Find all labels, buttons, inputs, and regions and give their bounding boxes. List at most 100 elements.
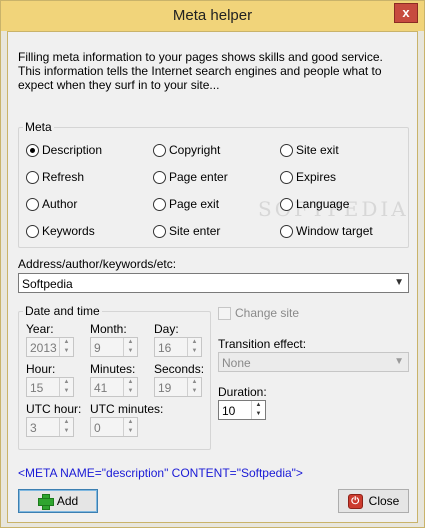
add-button[interactable]: Add bbox=[18, 489, 98, 513]
seconds-value: 19 bbox=[158, 381, 172, 395]
transition-value: None bbox=[222, 356, 251, 370]
radio-description[interactable]: Description bbox=[26, 142, 102, 158]
utc-minutes-label: UTC minutes: bbox=[90, 402, 164, 416]
month-value: 9 bbox=[94, 341, 101, 355]
chevron-down-icon[interactable]: ▼ bbox=[394, 277, 404, 288]
close-button-label: Close bbox=[368, 494, 400, 508]
address-value: Softpedia bbox=[22, 277, 73, 291]
spin-down-icon[interactable]: ▼ bbox=[188, 387, 201, 396]
radio-dot bbox=[153, 224, 166, 238]
add-button-label: Add bbox=[56, 494, 79, 508]
radio-label: Site enter bbox=[169, 224, 221, 238]
spin-buttons: ▲ ▼ bbox=[123, 418, 137, 436]
spin-up-icon[interactable]: ▲ bbox=[124, 418, 137, 427]
title-bar[interactable]: Meta helper x bbox=[1, 1, 424, 31]
transition-label: Transition effect: bbox=[218, 337, 307, 351]
radio-page-exit[interactable]: Page exit bbox=[153, 196, 219, 212]
spin-up-icon[interactable]: ▲ bbox=[188, 378, 201, 387]
day-spinner[interactable]: 16 ▲ ▼ bbox=[154, 337, 202, 357]
spin-up-icon[interactable]: ▲ bbox=[60, 418, 73, 427]
radio-dot bbox=[280, 197, 293, 211]
year-spinner[interactable]: 2013 ▲ ▼ bbox=[26, 337, 74, 357]
radio-label: Language bbox=[296, 197, 350, 211]
radio-site-enter[interactable]: Site enter bbox=[153, 223, 220, 239]
utc-minutes-value: 0 bbox=[94, 421, 101, 435]
utc-minutes-spinner[interactable]: 0 ▲ ▼ bbox=[90, 417, 138, 437]
intro-text: Filling meta information to your pages s… bbox=[18, 50, 383, 92]
address-combobox[interactable]: Softpedia ▼ bbox=[18, 273, 409, 293]
radio-keywords[interactable]: Keywords bbox=[26, 223, 95, 239]
duration-spinner[interactable]: 10 ▲ ▼ bbox=[218, 400, 266, 420]
radio-author[interactable]: Author bbox=[26, 196, 77, 212]
meta-helper-window: Meta helper x SOFTPEDIA Filling meta inf… bbox=[0, 0, 425, 528]
radio-dot bbox=[26, 197, 39, 211]
radio-label: Site exit bbox=[296, 143, 339, 157]
meta-tag-output: <META NAME="description" CONTENT="Softpe… bbox=[18, 466, 303, 480]
hour-spinner[interactable]: 15 ▲ ▼ bbox=[26, 377, 74, 397]
radio-label: Refresh bbox=[42, 170, 85, 184]
radio-dot bbox=[280, 224, 293, 238]
spin-up-icon[interactable]: ▲ bbox=[60, 378, 73, 387]
utc-hour-label: UTC hour: bbox=[26, 402, 82, 416]
window-title: Meta helper bbox=[172, 7, 253, 24]
close-button[interactable]: ⏻ Close bbox=[338, 489, 409, 513]
hour-label: Hour: bbox=[26, 362, 56, 376]
radio-dot bbox=[26, 143, 39, 157]
spin-up-icon[interactable]: ▲ bbox=[60, 338, 73, 347]
spin-down-icon[interactable]: ▼ bbox=[60, 387, 73, 396]
radio-site-exit[interactable]: Site exit bbox=[280, 142, 339, 158]
utc-hour-spinner[interactable]: 3 ▲ ▼ bbox=[26, 417, 74, 437]
radio-window-target[interactable]: Window target bbox=[280, 223, 373, 239]
spin-up-icon[interactable]: ▲ bbox=[124, 338, 137, 347]
radio-dot bbox=[280, 143, 293, 157]
utc-hour-value: 3 bbox=[30, 421, 37, 435]
duration-label: Duration: bbox=[218, 385, 267, 399]
spin-up-icon[interactable]: ▲ bbox=[188, 338, 201, 347]
spin-down-icon[interactable]: ▼ bbox=[124, 387, 137, 396]
transition-effect-select[interactable]: None ▼ bbox=[218, 352, 409, 372]
radio-dot bbox=[26, 170, 39, 184]
window-close-button[interactable]: x bbox=[394, 3, 418, 23]
day-label: Day: bbox=[154, 322, 179, 336]
radio-label: Page enter bbox=[169, 170, 228, 184]
address-label: Address/author/keywords/etc: bbox=[18, 257, 177, 271]
radio-label: Description bbox=[42, 143, 103, 157]
plus-icon bbox=[37, 494, 54, 510]
month-spinner[interactable]: 9 ▲ ▼ bbox=[90, 337, 138, 357]
day-value: 16 bbox=[158, 341, 172, 355]
spin-buttons: ▲ ▼ bbox=[187, 378, 201, 396]
spin-up-icon[interactable]: ▲ bbox=[252, 401, 265, 410]
radio-expires[interactable]: Expires bbox=[280, 169, 336, 185]
seconds-spinner[interactable]: 19 ▲ ▼ bbox=[154, 377, 202, 397]
spin-buttons: ▲ ▼ bbox=[59, 418, 73, 436]
date-time-legend: Date and time bbox=[25, 304, 100, 318]
spin-down-icon[interactable]: ▼ bbox=[252, 410, 265, 419]
radio-dot bbox=[153, 170, 166, 184]
radio-dot bbox=[153, 197, 166, 211]
duration-value: 10 bbox=[222, 404, 236, 418]
spin-down-icon[interactable]: ▼ bbox=[188, 347, 201, 356]
radio-refresh[interactable]: Refresh bbox=[26, 169, 84, 185]
spin-buttons: ▲ ▼ bbox=[123, 378, 137, 396]
spin-buttons: ▲ ▼ bbox=[187, 338, 201, 356]
radio-language[interactable]: Language bbox=[280, 196, 349, 212]
chevron-down-icon[interactable]: ▼ bbox=[394, 356, 404, 367]
year-value: 2013 bbox=[30, 341, 57, 355]
spin-down-icon[interactable]: ▼ bbox=[60, 427, 73, 436]
year-label: Year: bbox=[26, 322, 54, 336]
spin-up-icon[interactable]: ▲ bbox=[124, 378, 137, 387]
radio-dot bbox=[153, 143, 166, 157]
meta-group-legend: Meta bbox=[25, 120, 52, 134]
minutes-label: Minutes: bbox=[90, 362, 136, 376]
month-label: Month: bbox=[90, 322, 127, 336]
spin-down-icon[interactable]: ▼ bbox=[124, 347, 137, 356]
radio-dot bbox=[280, 170, 293, 184]
spin-buttons: ▲ ▼ bbox=[123, 338, 137, 356]
radio-label: Keywords bbox=[42, 224, 95, 238]
spin-down-icon[interactable]: ▼ bbox=[124, 427, 137, 436]
radio-page-enter[interactable]: Page enter bbox=[153, 169, 228, 185]
change-site-checkbox[interactable]: Change site bbox=[218, 306, 299, 320]
radio-copyright[interactable]: Copyright bbox=[153, 142, 220, 158]
spin-down-icon[interactable]: ▼ bbox=[60, 347, 73, 356]
minutes-spinner[interactable]: 41 ▲ ▼ bbox=[90, 377, 138, 397]
